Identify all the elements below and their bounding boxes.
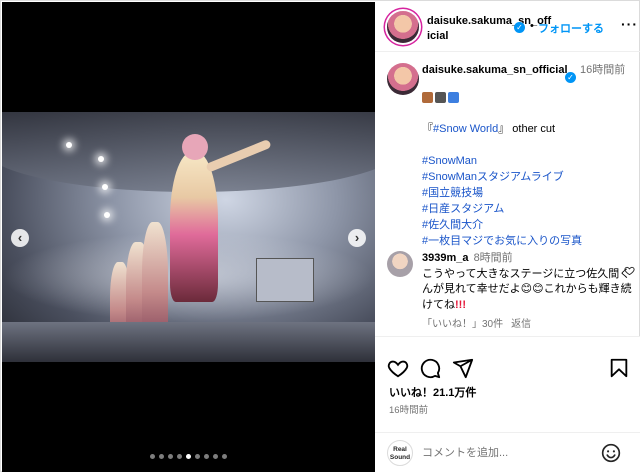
hashtag-link[interactable]: #佐久間大介 bbox=[422, 217, 632, 233]
caption-title: 『#Snow World』 other cut bbox=[422, 123, 556, 135]
lead-performer bbox=[170, 152, 218, 302]
avatar[interactable] bbox=[387, 63, 419, 95]
smile-emoji-icon: 😊😊 bbox=[520, 283, 544, 295]
real-sound-logo: Real Sound bbox=[387, 440, 413, 466]
post-sidebar: daisuke.sakuma_sn_official ✓ • フォローする ··… bbox=[375, 2, 640, 472]
stage-light bbox=[102, 184, 108, 190]
performer-head bbox=[182, 134, 208, 160]
header-username[interactable]: daisuke.sakuma_sn_official bbox=[427, 14, 553, 44]
cake-icon bbox=[422, 91, 433, 103]
comment-username[interactable]: 3939m_a bbox=[422, 252, 469, 264]
follow-button[interactable]: フォローする bbox=[538, 20, 604, 36]
carousel-dot bbox=[204, 454, 209, 459]
like-count[interactable]: いいね！21.1万件 bbox=[389, 384, 476, 400]
carousel-dot bbox=[195, 454, 200, 459]
stage-floor bbox=[2, 322, 375, 362]
caption-timestamp: 16時間前 bbox=[580, 64, 626, 76]
stage-light bbox=[66, 142, 72, 148]
post-timestamp: 16時間前 bbox=[389, 405, 429, 416]
venue-screen bbox=[256, 258, 314, 302]
concert-photo bbox=[2, 112, 375, 362]
caption-username[interactable]: daisuke.sakuma_sn_official bbox=[422, 63, 570, 77]
hashtag-link[interactable]: #Snow World bbox=[433, 123, 498, 135]
avatar[interactable] bbox=[387, 11, 419, 43]
comment-icon[interactable] bbox=[419, 357, 441, 379]
hashtag-link[interactable]: #一枚目マジでお気に入りの写真 bbox=[422, 233, 632, 249]
carousel-prev-button[interactable]: ‹ bbox=[11, 229, 29, 247]
carousel-dot bbox=[177, 454, 182, 459]
comment-input[interactable] bbox=[422, 443, 592, 463]
hashtag-link[interactable]: #SnowMan bbox=[422, 153, 632, 169]
header-separator: • bbox=[530, 20, 534, 32]
share-icon[interactable] bbox=[452, 357, 474, 379]
hashtag-link[interactable]: #日産スタジアム bbox=[422, 201, 632, 217]
comment-composer: Real Sound bbox=[375, 432, 640, 472]
carousel-dot bbox=[159, 454, 164, 459]
heart-icon[interactable] bbox=[387, 357, 409, 379]
comment-heart-icon[interactable] bbox=[624, 265, 635, 276]
action-bar: いいね！21.1万件 16時間前 bbox=[375, 336, 640, 432]
verified-badge-icon: ✓ bbox=[565, 72, 576, 83]
avatar[interactable] bbox=[387, 251, 413, 277]
reply-button[interactable]: 返信 bbox=[511, 319, 531, 330]
carousel-dot bbox=[168, 454, 173, 459]
hashtag-link[interactable]: #国立競技場 bbox=[422, 185, 632, 201]
carousel-dot bbox=[186, 454, 191, 459]
post-header: daisuke.sakuma_sn_official ✓ • フォローする ··… bbox=[375, 2, 640, 52]
carousel-next-button[interactable]: › bbox=[348, 229, 366, 247]
comment-likes[interactable]: 「いいね！」30件 bbox=[422, 319, 503, 330]
exclamation-marks: !!! bbox=[455, 298, 466, 311]
emoji-icon[interactable] bbox=[601, 443, 621, 463]
comment-meta: 「いいね！」30件 返信 bbox=[422, 315, 539, 330]
stage-light bbox=[98, 156, 104, 162]
stage-light bbox=[104, 212, 110, 218]
comment-text: 3939m_a 8時間前 こうやって大きなステージに立つ佐久間くんが見れて幸せだよ… bbox=[422, 252, 632, 311]
caption-body: 『#Snow World』 other cut #SnowMan #SnowMa… bbox=[422, 121, 632, 249]
bookmark-icon[interactable] bbox=[608, 357, 630, 379]
carousel-dot bbox=[150, 454, 155, 459]
verified-badge-icon: ✓ bbox=[514, 22, 525, 33]
media-viewer: ‹ › bbox=[2, 2, 375, 472]
info-icon bbox=[448, 91, 459, 103]
carousel-dot bbox=[213, 454, 218, 459]
caption-emoji bbox=[422, 91, 461, 103]
comment-timestamp: 8時間前 bbox=[473, 252, 513, 264]
more-options-icon[interactable]: ··· bbox=[621, 16, 638, 32]
comments-list: daisuke.sakuma_sn_official ✓ 16時間前 『#Sno… bbox=[375, 53, 640, 336]
post-dialog: ‹ › daisuke.sakuma_sn_official ✓ • フォローす… bbox=[0, 0, 640, 472]
camera-icon bbox=[435, 91, 446, 103]
carousel-dots bbox=[2, 454, 375, 459]
carousel-dot bbox=[222, 454, 227, 459]
hashtag-link[interactable]: #SnowManスタジアムライブ bbox=[422, 169, 632, 185]
